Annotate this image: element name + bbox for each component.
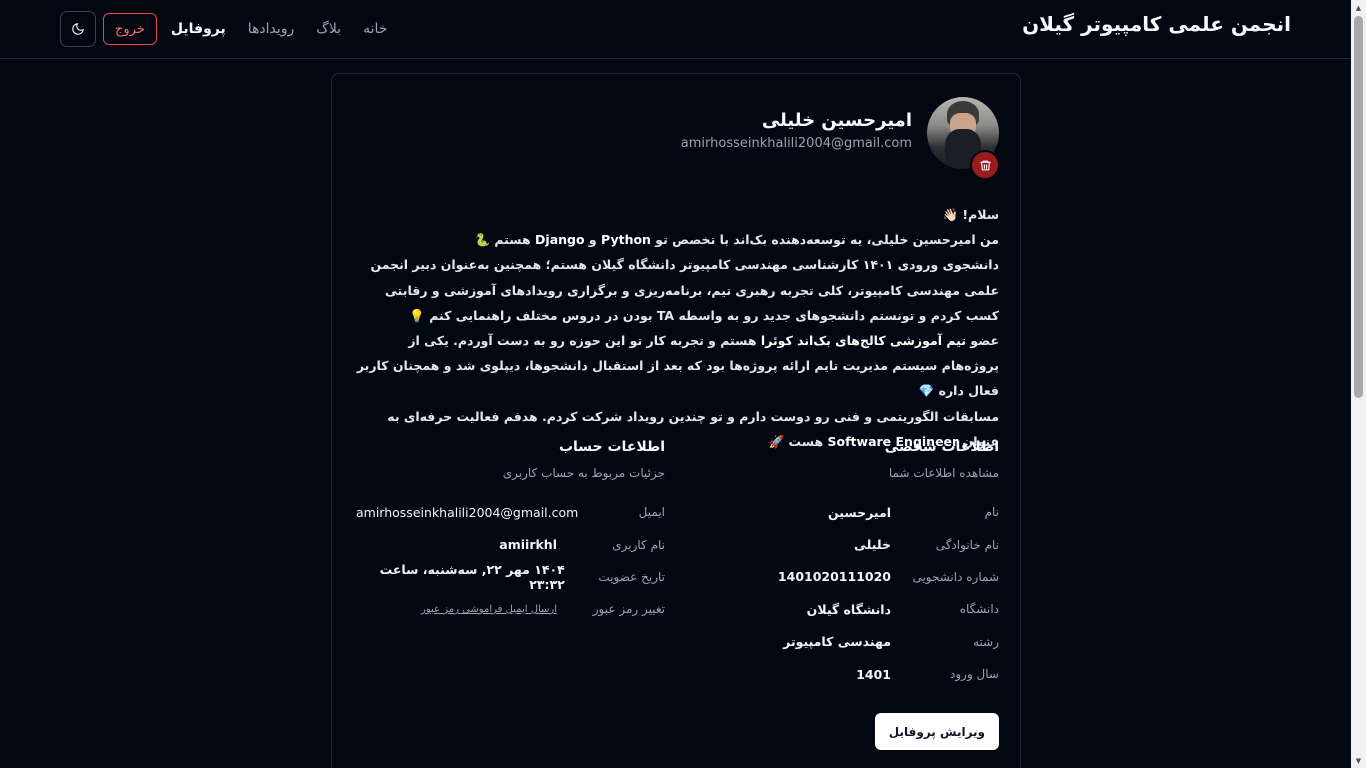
info-row-university: دانشگاه دانشگاه گیلان [806,601,999,617]
personal-info-subtitle: مشاهده اطلاعات شما [888,466,999,480]
account-info-subtitle: جزئیات مربوط به حساب کاربری [502,466,665,480]
info-row-first-name: نام امیرحسین [828,504,999,520]
info-row-last-name: نام خانوادگی خلیلی [854,537,999,553]
bio-line: دانشجوی ورودی ۱۴۰۱ کارشناسی مهندسی کامپی… [370,257,999,323]
edit-profile-button[interactable]: ویرایش پروفایل [874,713,999,750]
account-info-section: اطلاعات حساب جزئیات مربوط به حساب کاربری… [356,439,665,626]
nav-blog[interactable]: بلاگ [316,21,341,37]
personal-info-title: اطلاعات شخصی [884,439,999,455]
delete-avatar-button[interactable] [970,150,1000,180]
avatar-container [927,97,1000,180]
scrollbar-thumb[interactable] [1354,16,1363,398]
main-nav: خروج پروفایل رویدادها بلاگ خانه [60,11,387,47]
page-scrollbar[interactable]: ▲ ▼ [1351,0,1366,768]
profile-email: amirhosseinkhalili2004@gmail.com [680,136,912,151]
site-title[interactable]: انجمن علمی کامپیوتر گیلان [1022,12,1291,36]
profile-card: امیرحسین خلیلی amirhosseinkhalili2004@gm… [331,73,1021,768]
info-row-username: نام کاربری amiirkhl [499,537,665,553]
profile-name: امیرحسین خلیلی [761,110,912,131]
info-row-change-password: تغییر رمز عبور ارسال ایمیل فراموشی رمز عب… [421,602,665,617]
info-row-join-date: تاریخ عضویت ۱۴۰۴ مهر ۲۲, سه‌شنبه، ساعت ۲۳… [379,561,665,592]
reset-password-link[interactable]: ارسال ایمیل فراموشی رمز عبور [421,604,557,615]
nav-events[interactable]: رویدادها [248,21,295,37]
trash-icon [979,160,991,170]
bio-line: من امیرحسین خلیلی، یه توسعه‌دهنده بک‌اند… [474,232,999,248]
info-row-entry-year: سال ورود 1401 [856,666,999,682]
nav-home[interactable]: خانه [363,21,387,37]
theme-toggle-button[interactable] [60,11,96,47]
info-row-major: رشته مهندسی کامپیوتر [783,634,999,650]
site-header: انجمن علمی کامپیوتر گیلان خروج پروفایل ر… [0,0,1351,59]
info-row-student-id: شماره دانشجویی 1401020111020 [777,569,999,585]
scroll-up-arrow-icon[interactable]: ▲ [1351,0,1366,15]
scroll-down-arrow-icon[interactable]: ▼ [1351,753,1366,768]
info-row-email: ایمیل amirhosseinkhalili2004@gmail.com [356,504,665,520]
account-info-title: اطلاعات حساب [558,439,665,455]
personal-info-section: اطلاعات شخصی مشاهده اطلاعات شما نام امیرح… [690,439,999,690]
bio-line: عضو تیم آموزشی کالج‌های بک‌اند کوئرا هست… [356,333,999,399]
profile-bio: سلام! 👋🏻 من امیرحسین خلیلی، یه توسعه‌دهن… [351,202,999,454]
moon-icon [72,23,84,35]
nav-profile[interactable]: پروفایل [171,21,226,37]
bio-line: سلام! 👋🏻 [942,207,999,222]
logout-button[interactable]: خروج [103,13,157,45]
